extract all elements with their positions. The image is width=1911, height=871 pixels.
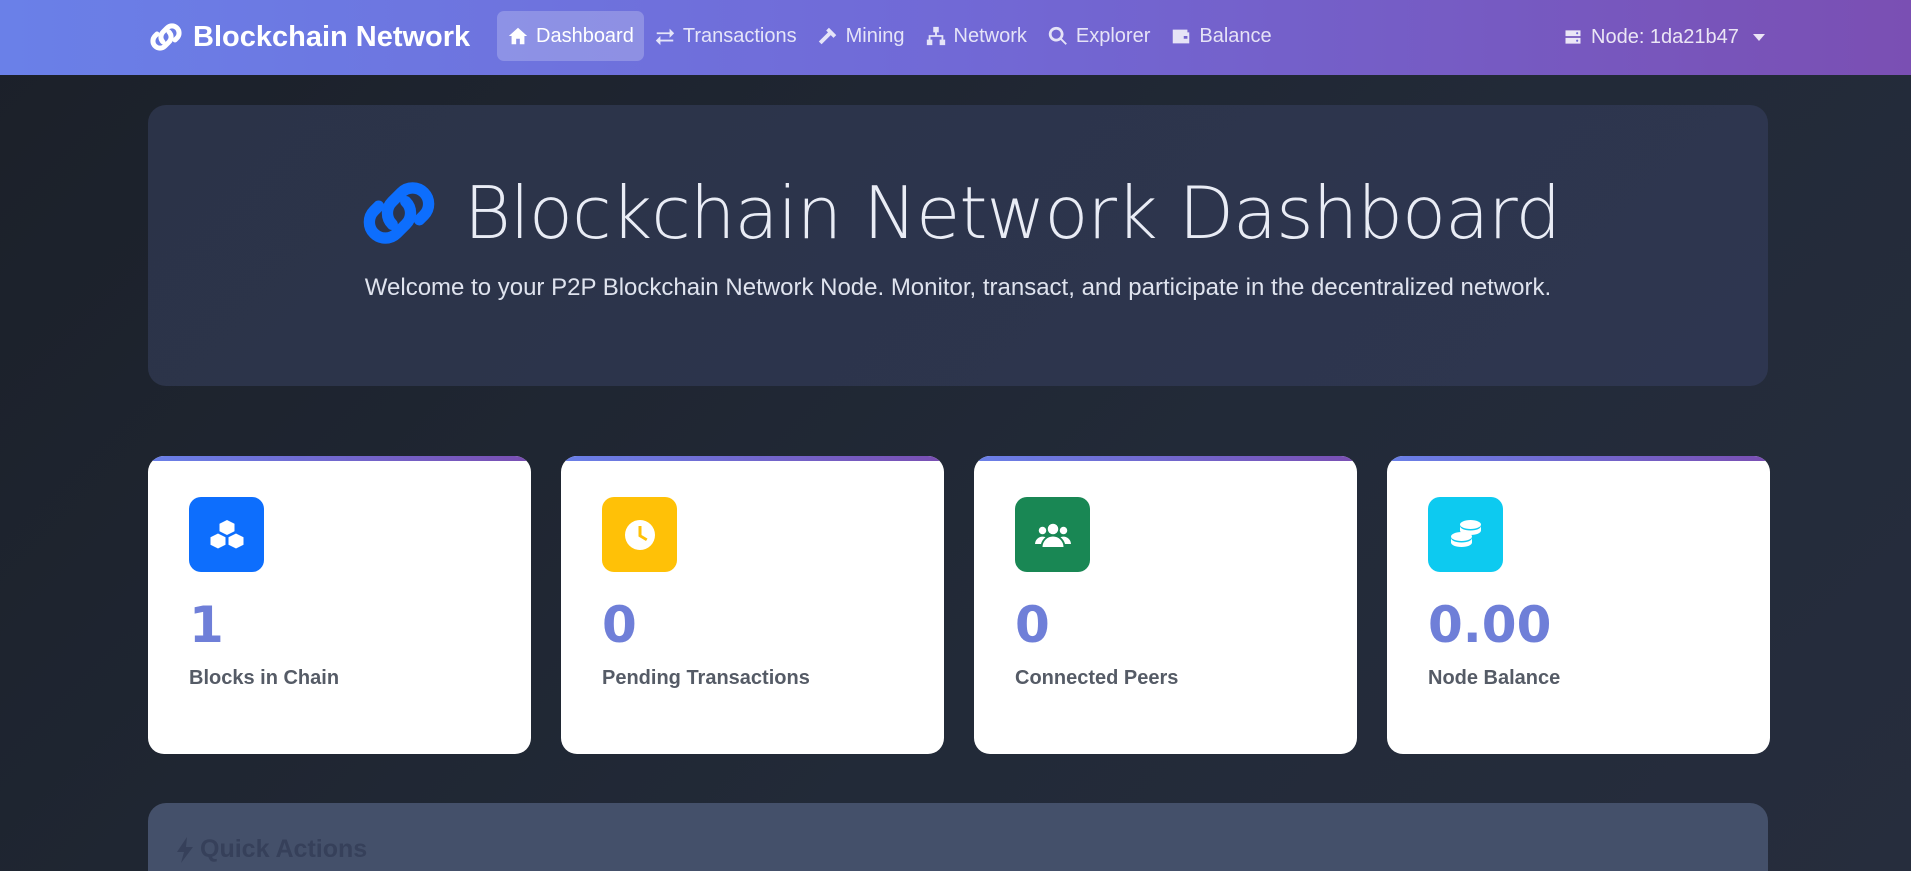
- brand-title: Blockchain Network: [193, 20, 471, 53]
- stat-card-blocks: 1 Blocks in Chain: [148, 456, 531, 754]
- hero-title-text: Blockchain Network Dashboard: [463, 171, 1561, 255]
- node-id: Node: 1da21b47: [1591, 25, 1739, 48]
- nav-explorer[interactable]: Explorer: [1037, 11, 1160, 61]
- server-icon: [1565, 30, 1581, 44]
- stat-value: 1: [189, 596, 224, 654]
- stat-label: Blocks in Chain: [189, 667, 340, 689]
- nav-label: Explorer: [1075, 24, 1151, 47]
- quick-actions-panel: Quick Actions: [148, 803, 1768, 871]
- nav-label: Dashboard: [536, 24, 634, 47]
- stats-row: 1 Blocks in Chain 0 Pending Transactions…: [148, 456, 1770, 754]
- link-icon: [150, 23, 182, 51]
- stat-card-balance: 0.00 Node Balance: [1387, 456, 1770, 754]
- clock-icon: [602, 497, 677, 572]
- stat-value: 0.00: [1428, 596, 1552, 654]
- node-dropdown[interactable]: Node: 1da21b47: [1563, 22, 1765, 52]
- users-icon: [1015, 497, 1090, 572]
- nav-mining[interactable]: Mining: [807, 11, 915, 61]
- nav-transactions[interactable]: Transactions: [644, 11, 807, 61]
- page-title: Blockchain Network Dashboard: [148, 171, 1768, 255]
- quick-actions-label: Quick Actions: [200, 835, 368, 863]
- cubes-icon: [189, 497, 264, 572]
- network-icon: [926, 26, 945, 46]
- hammer-icon: [818, 27, 836, 45]
- stat-card-peers: 0 Connected Peers: [974, 456, 1357, 754]
- brand-link[interactable]: Blockchain Network: [148, 18, 470, 56]
- stat-value: 0: [602, 596, 637, 654]
- nav-label: Mining: [845, 24, 905, 47]
- exchange-icon: [655, 28, 675, 46]
- nav-label: Network: [953, 24, 1027, 47]
- hero-subtitle: Welcome to your P2P Blockchain Network N…: [364, 274, 1552, 301]
- home-icon: [508, 27, 528, 45]
- link-icon: [363, 182, 435, 244]
- top-navbar: Blockchain Network Dashboard Transaction…: [0, 0, 1911, 75]
- coins-icon: [1428, 497, 1503, 572]
- wallet-icon: [1173, 29, 1190, 44]
- search-icon: [1048, 26, 1067, 45]
- nav-label: Balance: [1199, 24, 1272, 47]
- stat-value: 0: [1015, 596, 1050, 654]
- chevron-down-icon: [1752, 33, 1765, 41]
- bolt-icon: [177, 836, 193, 863]
- nav-dashboard[interactable]: Dashboard: [497, 11, 644, 61]
- stat-card-pending: 0 Pending Transactions: [561, 456, 944, 754]
- quick-actions-title: Quick Actions: [176, 835, 367, 864]
- nav-balance[interactable]: Balance: [1160, 11, 1281, 61]
- stat-label: Node Balance: [1428, 667, 1561, 689]
- nav-network[interactable]: Network: [915, 11, 1037, 61]
- nav-label: Transactions: [682, 24, 797, 47]
- hero-panel: Blockchain Network Dashboard Welcome to …: [148, 105, 1768, 386]
- main-nav: Dashboard Transactions Mining Network Ex…: [497, 11, 1282, 61]
- stat-label: Connected Peers: [1015, 667, 1179, 689]
- stat-label: Pending Transactions: [602, 667, 810, 689]
